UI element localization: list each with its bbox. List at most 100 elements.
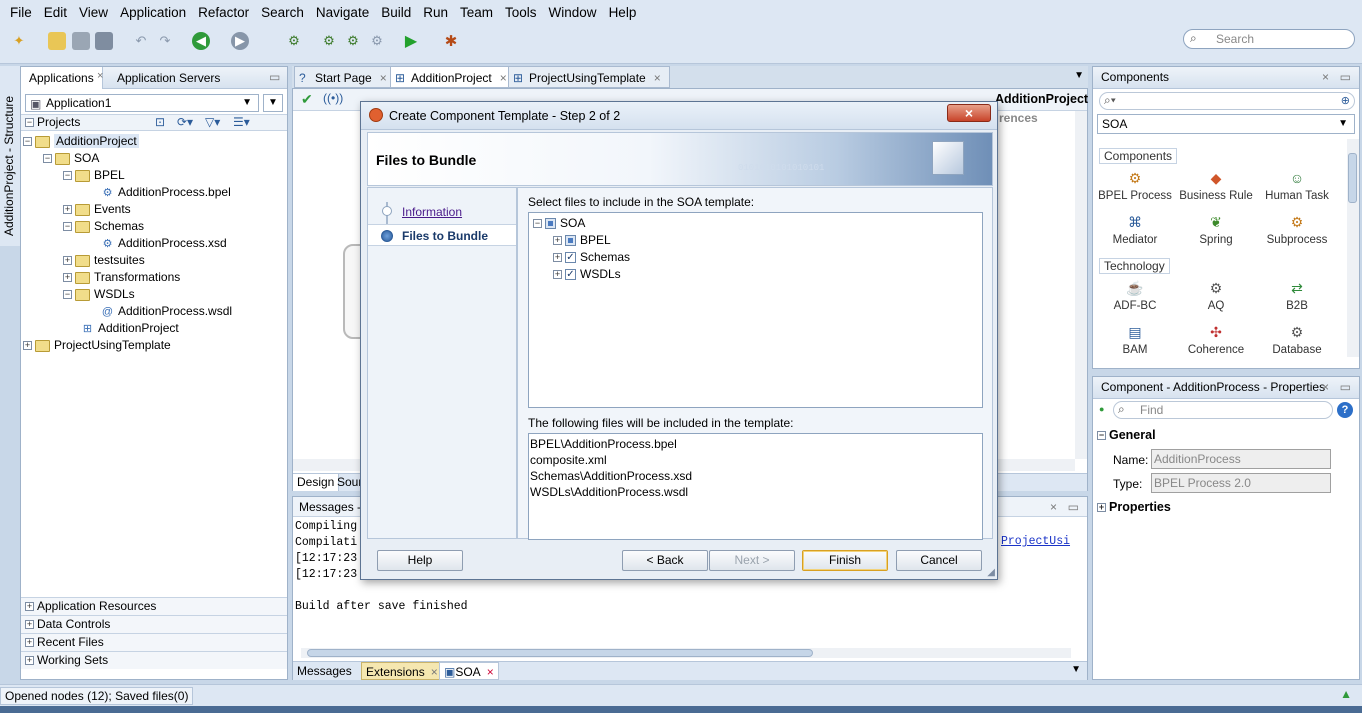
menu-team[interactable]: Team bbox=[454, 0, 499, 26]
rebuild-icon[interactable]: ⚙ bbox=[344, 32, 362, 50]
chevron-down-icon[interactable]: ▼ bbox=[1071, 664, 1081, 675]
components-scrollbar[interactable] bbox=[1347, 139, 1359, 357]
help-button[interactable]: Help bbox=[377, 550, 463, 571]
refresh-icon[interactable]: ⊕ bbox=[1341, 94, 1350, 107]
tree-node-schemas[interactable]: − Schemas bbox=[21, 218, 287, 235]
step-files-to-bundle[interactable]: Files to Bundle bbox=[368, 224, 516, 246]
menu-search[interactable]: Search bbox=[255, 0, 310, 26]
tree-node-bpel-check[interactable]: + BPEL bbox=[553, 233, 611, 248]
next-button[interactable]: Next > bbox=[709, 550, 795, 571]
name-field[interactable]: AdditionProcess bbox=[1151, 449, 1331, 469]
tree-node-soa-root[interactable]: − SOA bbox=[533, 216, 585, 231]
debug-icon[interactable]: ✱ bbox=[442, 32, 460, 50]
palette-aq[interactable]: ⚙ AQ bbox=[1176, 280, 1256, 313]
build-icon[interactable]: ⚙ bbox=[320, 32, 338, 50]
tree-node-additionproject[interactable]: − AdditionProject bbox=[21, 133, 287, 150]
make-icon[interactable]: ⚙ bbox=[285, 32, 303, 50]
dialog-close-button[interactable]: × bbox=[947, 104, 991, 122]
back-button[interactable]: < Back bbox=[622, 550, 708, 571]
palette-coherence[interactable]: ✣ Coherence bbox=[1176, 324, 1256, 357]
menu-window[interactable]: Window bbox=[543, 0, 603, 26]
menu-edit[interactable]: Edit bbox=[38, 0, 73, 26]
palette-bpel-process[interactable]: ⚙ BPEL Process bbox=[1095, 170, 1175, 203]
tree-node-projectusingtemplate[interactable]: + ProjectUsingTemplate bbox=[21, 337, 287, 354]
accordion-working-sets[interactable]: + Working Sets bbox=[21, 651, 287, 669]
palette-adf-bc[interactable]: ☕ ADF-BC bbox=[1095, 280, 1175, 313]
palette-bam[interactable]: ▤ BAM bbox=[1095, 324, 1175, 357]
open-icon[interactable] bbox=[48, 32, 66, 50]
tree-node-additionprocess-xsd[interactable]: ⚙ AdditionProcess.xsd bbox=[21, 235, 287, 252]
properties-section[interactable]: + Properties bbox=[1097, 500, 1171, 514]
projects-header[interactable]: − Projects ⊡ ⟳▾ ▽▾ ☰▾ bbox=[21, 114, 287, 131]
tab-application-servers[interactable]: Application Servers bbox=[109, 67, 228, 89]
redo-icon[interactable]: ↷ bbox=[156, 32, 174, 50]
tree-node-composite[interactable]: ⊞ AdditionProject bbox=[21, 320, 287, 337]
palette-business-rule[interactable]: ◆ Business Rule bbox=[1176, 170, 1256, 203]
menu-refactor[interactable]: Refactor bbox=[192, 0, 255, 26]
new-icon[interactable]: ✦ bbox=[10, 32, 28, 50]
close-icon[interactable]: × bbox=[1322, 67, 1329, 87]
step-information-link[interactable]: Information bbox=[402, 205, 462, 219]
undo-icon[interactable]: ↶ bbox=[132, 32, 150, 50]
find-icon[interactable]: ⊡ bbox=[155, 115, 165, 130]
tab-messages[interactable]: Messages bbox=[293, 662, 356, 680]
sync-icon[interactable]: ⟳▾ bbox=[177, 115, 193, 130]
tab-projectusingtemplate[interactable]: ⊞ ProjectUsingTemplate × bbox=[508, 66, 670, 88]
vertical-scrollbar[interactable] bbox=[1075, 111, 1087, 459]
category-select[interactable]: SOA ▼ bbox=[1097, 114, 1355, 134]
messages-link[interactable]: ProjectUsi bbox=[1001, 535, 1070, 548]
save-all-icon[interactable] bbox=[95, 32, 113, 50]
minimize-icon[interactable]: ▭ bbox=[1068, 497, 1079, 517]
accordion-recent-files[interactable]: + Recent Files bbox=[21, 633, 287, 651]
finish-button[interactable]: Finish bbox=[802, 550, 888, 571]
validate-icon[interactable]: ✔ bbox=[301, 91, 313, 108]
tab-list-icon[interactable]: ▼ bbox=[1074, 70, 1084, 81]
tab-soa[interactable]: ▣SOA × bbox=[439, 662, 499, 680]
tree-node-additionprocess-wsdl[interactable]: @ AdditionProcess.wsdl bbox=[21, 303, 287, 320]
palette-mediator[interactable]: ⌘ Mediator bbox=[1095, 214, 1175, 247]
tab-extensions[interactable]: Extensions × bbox=[361, 662, 443, 680]
clean-icon[interactable]: ⚙ bbox=[368, 32, 386, 50]
minimize-icon[interactable]: ▭ bbox=[1340, 377, 1351, 397]
application-select[interactable]: ▣ Application1 ▼ bbox=[25, 94, 259, 112]
menu-view[interactable]: View bbox=[73, 0, 114, 26]
palette-spring[interactable]: ❦ Spring bbox=[1176, 214, 1256, 247]
close-icon[interactable]: × bbox=[1050, 497, 1057, 517]
structure-side-tab[interactable]: AdditionProject - Structure bbox=[0, 66, 20, 246]
tree-node-testsuites[interactable]: + testsuites bbox=[21, 252, 287, 269]
palette-b2b[interactable]: ⇄ B2B bbox=[1257, 280, 1337, 313]
tree-node-wsdls-check[interactable]: + ✓ WSDLs bbox=[553, 267, 621, 282]
tab-applications[interactable]: Applications bbox=[21, 67, 103, 89]
forward-icon[interactable]: ▶ bbox=[231, 32, 249, 50]
minimize-icon[interactable]: ▭ bbox=[269, 70, 280, 84]
menu-application[interactable]: Application bbox=[114, 0, 192, 26]
components-search[interactable]: ⌕▾ ⊕ bbox=[1099, 92, 1355, 110]
wireless-icon[interactable]: ((•)) bbox=[323, 91, 343, 105]
type-field[interactable]: BPEL Process 2.0 bbox=[1151, 473, 1331, 493]
filter-icon[interactable]: ▽▾ bbox=[205, 115, 220, 130]
tree-node-bpel[interactable]: − BPEL bbox=[21, 167, 287, 184]
search-box[interactable]: ⌕ Search bbox=[1183, 29, 1355, 49]
cancel-button[interactable]: Cancel bbox=[896, 550, 982, 571]
tab-additionproject[interactable]: ⊞ AdditionProject × bbox=[390, 66, 516, 88]
palette-subprocess[interactable]: ⚙ Subprocess bbox=[1257, 214, 1337, 247]
help-icon[interactable]: ? bbox=[1337, 402, 1353, 418]
back-icon[interactable]: ◀ bbox=[192, 32, 210, 50]
close-icon[interactable]: × bbox=[97, 70, 103, 82]
tree-node-events[interactable]: + Events bbox=[21, 201, 287, 218]
messages-hscroll[interactable] bbox=[301, 648, 1071, 658]
palette-database[interactable]: ⚙ Database bbox=[1257, 324, 1337, 357]
menu-tools[interactable]: Tools bbox=[499, 0, 543, 26]
tree-node-transformations[interactable]: + Transformations bbox=[21, 269, 287, 286]
options-icon[interactable]: ☰▾ bbox=[233, 115, 250, 130]
save-icon[interactable] bbox=[72, 32, 90, 50]
menu-help[interactable]: Help bbox=[603, 0, 643, 26]
menu-navigate[interactable]: Navigate bbox=[310, 0, 375, 26]
tree-node-wsdls[interactable]: − WSDLs bbox=[21, 286, 287, 303]
run-icon[interactable]: ▶ bbox=[402, 32, 420, 50]
accordion-data-controls[interactable]: + Data Controls bbox=[21, 615, 287, 633]
tree-node-schemas-check[interactable]: + ✓ Schemas bbox=[553, 250, 630, 265]
properties-find[interactable]: ⌕ Find bbox=[1113, 401, 1333, 419]
tree-node-soa[interactable]: − SOA bbox=[21, 150, 287, 167]
collapse-icon[interactable]: − bbox=[25, 118, 34, 128]
